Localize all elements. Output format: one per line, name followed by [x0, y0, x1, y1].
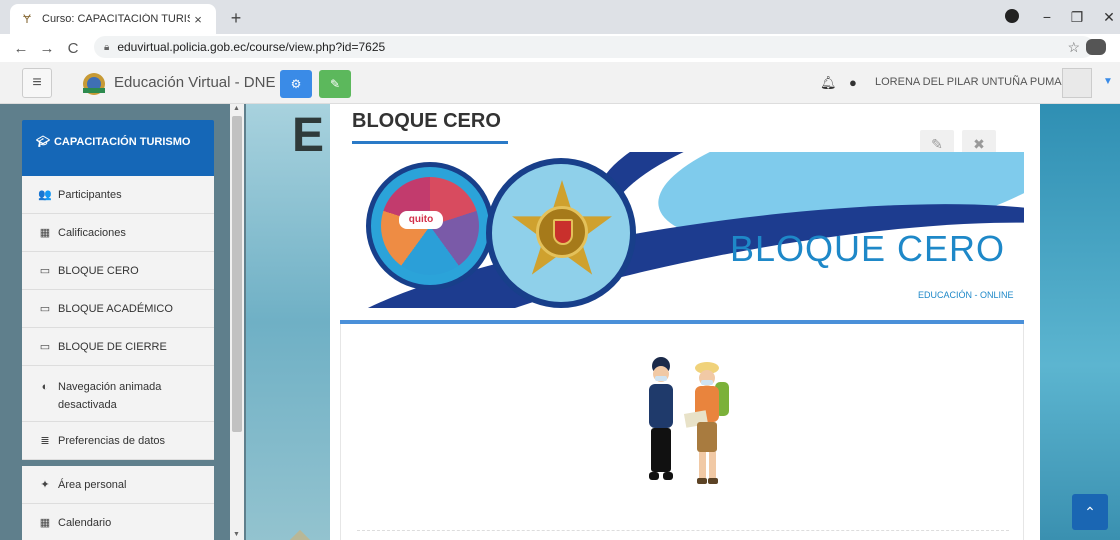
- table-icon: ▦: [39, 227, 51, 239]
- content-separator: [357, 530, 1009, 531]
- drawer-scrollbar[interactable]: ▲ ▼: [230, 104, 244, 540]
- drawer-item-label: BLOQUE CERO: [58, 264, 139, 277]
- avatar[interactable]: [1062, 68, 1092, 98]
- section-content: [340, 324, 1024, 540]
- toggle-icon: ◐: [41, 381, 49, 393]
- calendar-icon: ▦: [39, 517, 51, 529]
- drawer-item-animation-toggle[interactable]: ◐ Navegación animada desactivada: [22, 366, 214, 422]
- folder-icon: ▭: [39, 265, 51, 277]
- drawer-item-label: Área personal: [58, 478, 127, 491]
- section-card: BLOQUE CERO ✎ ✖ quito BLOQUE CERO EDUCAC…: [330, 104, 1040, 540]
- profile-icon[interactable]: [1005, 9, 1019, 23]
- scrollbar-thumb[interactable]: [232, 116, 242, 432]
- drawer-item-label: Navegación animada desactivada: [58, 381, 162, 411]
- drawer-item-bloque-cero[interactable]: ▭ BLOQUE CERO: [22, 252, 214, 290]
- minimize-button[interactable]: −: [1034, 6, 1060, 28]
- users-icon: 👥: [38, 189, 52, 201]
- forward-button[interactable]: →: [34, 40, 60, 57]
- tab-title: Curso: CAPACITACIÓN TURISMO: [42, 13, 190, 25]
- course-title: CAPACITACIÓN TURISMO: [53, 136, 191, 148]
- graduation-cap-icon: 🎓︎: [36, 136, 50, 148]
- url-field[interactable]: 🔒︎ eduvirtual.policia.gob.ec/course/view…: [94, 36, 1094, 58]
- moodle-favicon-icon: Ɏ: [22, 12, 31, 26]
- dashboard-icon: ✦: [40, 479, 50, 491]
- edit-mode-icon[interactable]: ✎: [319, 70, 351, 98]
- lock-icon[interactable]: 🔒︎: [104, 42, 109, 53]
- folder-icon: ▭: [39, 341, 51, 353]
- quito-logo: quito: [366, 162, 494, 290]
- chevron-down-icon[interactable]: ▼: [1103, 76, 1113, 87]
- quito-logo-text: quito: [399, 211, 443, 229]
- banner-title: BLOQUE CERO: [730, 228, 1006, 269]
- drawer-item-data-preferences[interactable]: ≣ Preferencias de datos: [22, 422, 214, 460]
- scroll-up-icon[interactable]: ▲: [233, 105, 240, 112]
- drawer-item-label: Calificaciones: [58, 226, 126, 239]
- url-text: eduvirtual.policia.gob.ec/course/view.ph…: [117, 40, 386, 54]
- background-band: [240, 104, 330, 540]
- drawer-item-calendario[interactable]: ▦ Calendario: [22, 504, 214, 540]
- shield-icon: [553, 219, 573, 245]
- chevron-up-icon: ⌃: [1084, 504, 1096, 520]
- browser-tab[interactable]: Ɏ Curso: CAPACITACIÓN TURISMO ×: [10, 4, 216, 34]
- database-icon: ≣: [40, 435, 50, 447]
- user-name[interactable]: LORENA DEL PILAR UNTUÑA PUMA: [875, 76, 1062, 88]
- section-banner: quito BLOQUE CERO EDUCACIÓN - ONLINE: [356, 152, 1024, 308]
- drawer-item-bloque-academico[interactable]: ▭ BLOQUE ACADÉMICO: [22, 290, 214, 328]
- site-navbar: ≡ Educación Virtual - DNE ⚙ ✎ 🔔︎ ● LOREN…: [0, 62, 1120, 104]
- back-to-top-button[interactable]: ⌃: [1072, 494, 1108, 530]
- tab-close-icon[interactable]: ×: [190, 12, 206, 27]
- folder-icon: ▭: [39, 303, 51, 315]
- drawer-item-bloque-de-cierre[interactable]: ▭ BLOQUE DE CIERRE: [22, 328, 214, 366]
- background-right-strip: [1040, 104, 1120, 540]
- drawer-item-area-personal[interactable]: ✦ Área personal: [22, 466, 214, 504]
- cogs-icon[interactable]: ⚙: [280, 70, 312, 98]
- messages-icon[interactable]: ●: [849, 75, 857, 90]
- address-bar: ← → C 🔒︎ eduvirtual.policia.gob.ec/cours…: [0, 34, 1120, 62]
- restore-button[interactable]: ❐: [1064, 6, 1090, 28]
- back-button[interactable]: ←: [8, 40, 34, 57]
- reload-button[interactable]: C: [60, 40, 86, 57]
- drawer-item-label: BLOQUE ACADÉMICO: [58, 302, 173, 315]
- section-title: BLOQUE CERO: [352, 110, 501, 132]
- banner-subtitle: EDUCACIÓN - ONLINE: [918, 290, 1014, 300]
- course-home-link[interactable]: 🎓︎ CAPACITACIÓN TURISMO: [22, 120, 214, 176]
- site-logo[interactable]: [80, 70, 108, 96]
- browser-tabstrip: Ɏ Curso: CAPACITACIÓN TURISMO × + − ❐ ✕: [0, 0, 1120, 34]
- drawer-list: 🎓︎ CAPACITACIÓN TURISMO 👥 Participantes ▦…: [22, 120, 214, 540]
- extension-icon[interactable]: [1086, 39, 1106, 55]
- tourism-illustration: [649, 357, 729, 484]
- drawer-toggle-button[interactable]: ≡: [22, 68, 52, 98]
- police-badge: [486, 158, 636, 308]
- bookmark-star-icon[interactable]: ☆: [1067, 39, 1080, 56]
- drawer-item-label: BLOQUE DE CIERRE: [58, 340, 167, 353]
- notification-bell-icon[interactable]: 🔔︎: [820, 75, 837, 91]
- drawer-item-label: Participantes: [58, 188, 122, 201]
- section-title-underline: [352, 141, 508, 144]
- window-close-button[interactable]: ✕: [1096, 6, 1120, 28]
- background-letter: E: [292, 109, 325, 162]
- drawer-item-label: Preferencias de datos: [58, 434, 166, 447]
- nav-drawer: 🎓︎ CAPACITACIÓN TURISMO 👥 Participantes ▦…: [0, 104, 246, 540]
- drawer-item-label: Calendario: [58, 516, 112, 529]
- scroll-down-icon[interactable]: ▼: [233, 531, 240, 538]
- badge-seal: [536, 206, 588, 258]
- drawer-item-calificaciones[interactable]: ▦ Calificaciones: [22, 214, 214, 252]
- site-name[interactable]: Educación Virtual - DNE: [114, 74, 275, 91]
- new-tab-button[interactable]: +: [224, 6, 248, 30]
- drawer-item-participantes[interactable]: 👥 Participantes: [22, 176, 214, 214]
